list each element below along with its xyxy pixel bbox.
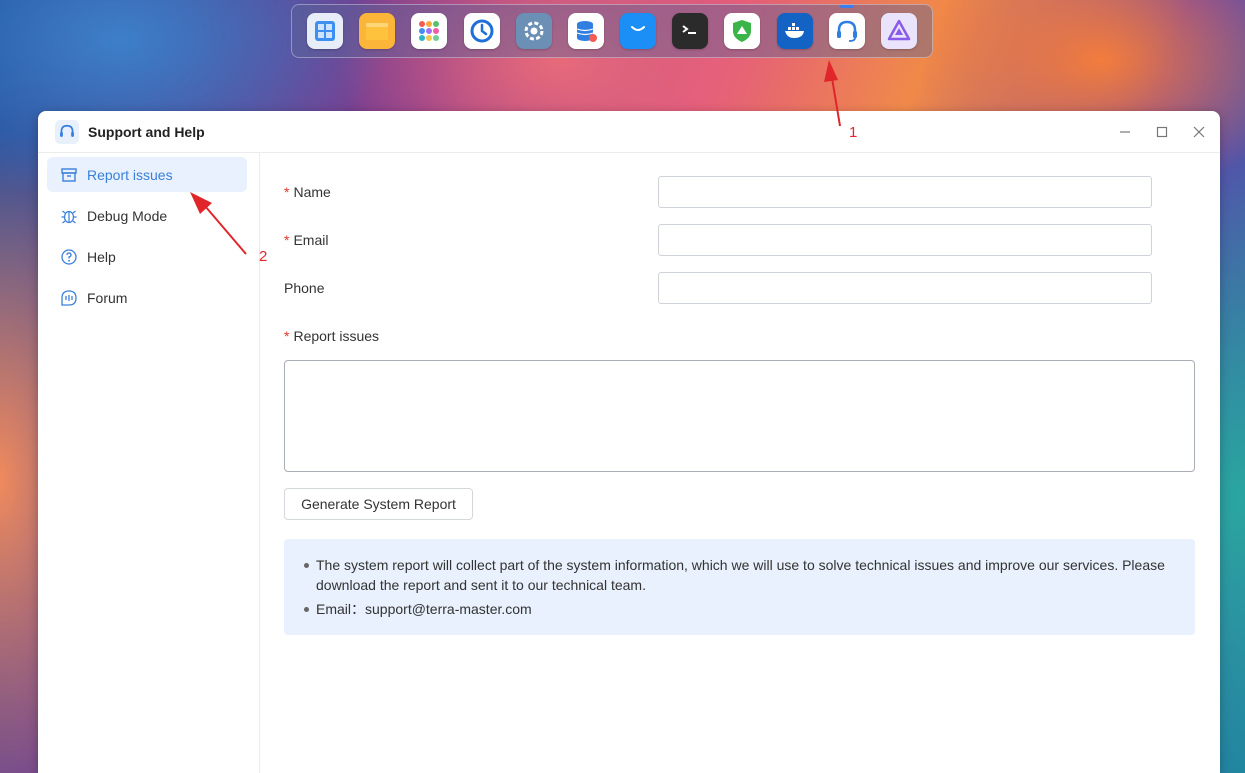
terminal-app[interactable] bbox=[672, 13, 709, 49]
name-label-text: Name bbox=[293, 184, 331, 200]
required-mark: * bbox=[284, 232, 290, 248]
report-label-text: Report issues bbox=[293, 328, 380, 344]
sidebar-item-label: Debug Mode bbox=[87, 207, 168, 224]
minimize-icon bbox=[1120, 131, 1130, 133]
forum-icon bbox=[61, 289, 77, 306]
sidebar-item-debug-mode[interactable]: Debug Mode bbox=[47, 198, 247, 233]
docker-whale-icon bbox=[784, 23, 804, 38]
app-center-app[interactable] bbox=[411, 13, 448, 49]
sidebar-item-help[interactable]: Help bbox=[47, 239, 247, 274]
control-panel-app[interactable] bbox=[307, 13, 343, 49]
sidebar-item-report-issues[interactable]: Report issues bbox=[47, 157, 247, 192]
clock-backup-icon bbox=[470, 19, 494, 43]
window-titlebar[interactable]: Support and Help bbox=[38, 111, 1220, 153]
info-notice: The system report will collect part of t… bbox=[284, 539, 1195, 635]
backup-app[interactable] bbox=[463, 13, 500, 49]
maximize-icon bbox=[1156, 126, 1168, 138]
active-indicator bbox=[839, 5, 854, 8]
required-mark: * bbox=[284, 184, 290, 200]
close-button[interactable] bbox=[1190, 123, 1208, 141]
headset-icon bbox=[55, 120, 79, 144]
sidebar: Report issues Debug Mode Help Forum bbox=[38, 153, 260, 773]
name-label: * Name bbox=[284, 184, 331, 200]
support-and-help-window: Support and Help Report issues Debug Mod… bbox=[38, 111, 1220, 773]
security-advisor-app[interactable] bbox=[724, 13, 761, 49]
docker-app[interactable] bbox=[776, 13, 813, 49]
sidebar-item-forum[interactable]: Forum bbox=[47, 280, 247, 315]
taskbar-dock bbox=[291, 4, 933, 58]
gear-icon bbox=[524, 21, 544, 41]
sidebar-item-label: Report issues bbox=[87, 166, 173, 183]
sidebar-item-label: Help bbox=[87, 248, 116, 265]
info-text-report: The system report will collect part of t… bbox=[304, 555, 1175, 595]
email-field[interactable] bbox=[658, 224, 1152, 256]
settings-app[interactable] bbox=[515, 13, 552, 49]
shield-icon bbox=[733, 20, 752, 42]
phone-field[interactable] bbox=[658, 272, 1152, 304]
media-server-app[interactable] bbox=[880, 13, 917, 49]
minimize-button[interactable] bbox=[1116, 123, 1134, 141]
shopping-bag-icon bbox=[631, 26, 646, 31]
annotation-marker-1: 1 bbox=[849, 124, 858, 141]
bug-icon bbox=[61, 210, 77, 223]
storage-manager-app[interactable] bbox=[567, 13, 604, 49]
support-and-help-app[interactable] bbox=[828, 5, 865, 49]
email-label-text: Email bbox=[293, 232, 329, 248]
report-issues-panel: * Name * Email Phone * Report issues Genera… bbox=[260, 153, 1220, 773]
database-icon bbox=[576, 21, 597, 42]
required-mark: * bbox=[284, 328, 290, 344]
sidebar-item-label: Forum bbox=[87, 289, 128, 306]
headset-icon bbox=[836, 20, 857, 42]
folder-icon bbox=[366, 23, 389, 40]
jellyfin-icon bbox=[887, 19, 911, 41]
app-store-app[interactable] bbox=[620, 13, 657, 49]
phone-label: Phone bbox=[284, 280, 325, 296]
email-label: * Email bbox=[284, 232, 328, 248]
report-issues-textarea[interactable] bbox=[284, 360, 1195, 472]
terminal-icon bbox=[682, 25, 697, 34]
close-icon bbox=[1193, 126, 1205, 138]
annotation-marker-2: 2 bbox=[259, 248, 268, 265]
help-circle-icon bbox=[61, 248, 77, 265]
generate-system-report-button[interactable]: Generate System Report bbox=[284, 488, 473, 520]
report-issues-label: * Report issues bbox=[284, 328, 379, 344]
control-panel-icon bbox=[315, 21, 335, 41]
name-field[interactable] bbox=[658, 176, 1152, 208]
file-manager-app[interactable] bbox=[359, 13, 396, 49]
info-text-email: Email：support@terra-master.com bbox=[304, 599, 1175, 619]
apps-grid-icon bbox=[419, 21, 440, 41]
maximize-button[interactable] bbox=[1153, 123, 1171, 141]
report-icon bbox=[61, 167, 77, 182]
window-title: Support and Help bbox=[88, 124, 205, 140]
